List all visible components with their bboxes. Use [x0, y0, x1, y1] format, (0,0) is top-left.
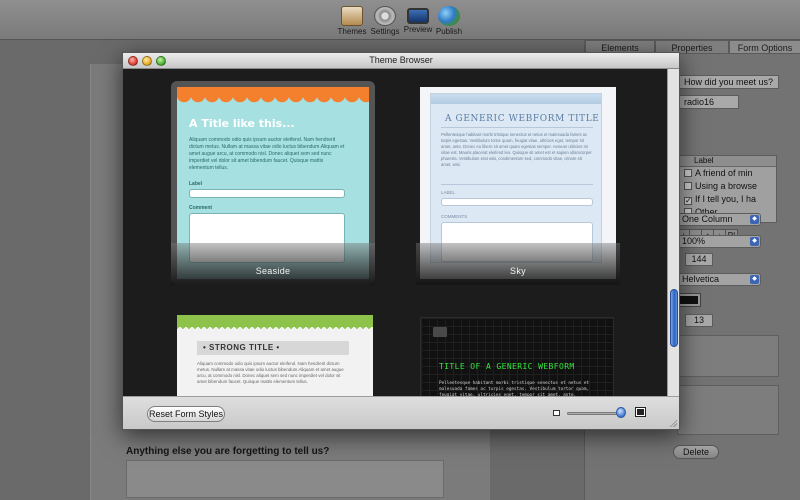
preview-text: Aliquam commodo odio quis ipsum auctor e…: [189, 137, 345, 171]
theme-thumbnail: • STRONG TITLE • Aliquam commodo odio qu…: [177, 315, 373, 396]
folder-icon: [433, 327, 447, 337]
globe-icon: [438, 6, 460, 26]
preview-label: COMMENTS: [441, 214, 468, 219]
form-answer-textarea[interactable]: [126, 460, 444, 498]
themes-label: Themes: [337, 27, 367, 36]
theme-card-strong[interactable]: • STRONG TITLE • Aliquam commodo odio qu…: [171, 315, 375, 396]
width-select-value: 100%: [682, 236, 706, 246]
list-item[interactable]: A friend of min: [678, 167, 776, 180]
settings-label: Settings: [370, 27, 400, 36]
chevron-updown-icon: ◆: [750, 275, 759, 284]
checkbox[interactable]: [684, 169, 692, 177]
chevron-updown-icon: ◆: [750, 237, 759, 246]
layout-select[interactable]: One Column ◆: [677, 213, 761, 226]
small-thumbnail-icon: [553, 410, 560, 416]
publish-button[interactable]: Publish: [431, 6, 467, 36]
publish-label: Publish: [435, 27, 463, 36]
scrollbar-thumb[interactable]: [670, 289, 678, 347]
checkbox[interactable]: [684, 182, 692, 190]
theme-card-dark[interactable]: TITLE OF A GENERIC WEBFORM Pellentesque …: [416, 315, 620, 396]
theme-thumbnail: TITLE OF A GENERIC WEBFORM Pellentesque …: [420, 317, 614, 396]
settings-button[interactable]: Settings: [367, 6, 403, 36]
layout-select-value: One Column: [682, 214, 733, 224]
preview-text: Aliquam commodo odio quis ipsum auctor e…: [197, 361, 344, 384]
font-size-field[interactable]: 13: [685, 314, 713, 327]
form-question-label: Anything else you are forgetting to tell…: [126, 446, 330, 457]
checkbox-checked[interactable]: ✓: [684, 197, 692, 205]
reset-form-styles-button[interactable]: Reset Form Styles: [147, 406, 225, 422]
main-toolbar: Themes Settings Preview Publish: [0, 0, 800, 40]
preview-input: [189, 189, 345, 198]
font-select[interactable]: Helvetica ◆: [677, 273, 761, 286]
preview-text: Pellentesque habitant morbi tristique se…: [441, 132, 592, 167]
preview-label: Label: [189, 181, 203, 187]
question-field[interactable]: How did you meet us?: [679, 75, 779, 89]
theme-card-sky[interactable]: A GENERIC WEBFORM TITLE Pellentesque hab…: [416, 81, 620, 285]
theme-name: Seaside: [255, 266, 291, 276]
list-item-label: If I tell you, I ha: [695, 194, 757, 204]
list-item-label: Using a browse: [695, 181, 758, 191]
width-value-field[interactable]: 144: [685, 253, 713, 266]
css-box-top[interactable]: [677, 335, 779, 377]
sky-form-panel: A GENERIC WEBFORM TITLE Pellentesque hab…: [430, 93, 602, 263]
preview-title: A GENERIC WEBFORM TITLE: [445, 114, 600, 124]
width-select[interactable]: 100% ◆: [677, 235, 761, 248]
preview-text: Pellentesque habitant morbi tristique se…: [439, 381, 590, 396]
divider: [441, 127, 593, 128]
zoom-slider-knob[interactable]: [616, 407, 626, 418]
theme-card-seaside[interactable]: A Title like this... Aliquam commodo odi…: [171, 81, 375, 285]
resize-grip[interactable]: [669, 419, 677, 427]
css-box-bottom[interactable]: [677, 385, 779, 435]
large-thumbnail-icon: [635, 407, 646, 417]
text-color-well[interactable]: [677, 293, 701, 307]
theme-name: Sky: [510, 266, 526, 276]
preview-label: LABEL: [441, 190, 456, 195]
font-select-value: Helvetica: [682, 274, 720, 284]
preview-input: [441, 198, 593, 206]
title-bar[interactable]: Theme Browser: [123, 53, 679, 69]
element-name-field[interactable]: radio16: [679, 95, 739, 109]
themes-icon: [341, 6, 363, 26]
preview-title: A Title like this...: [189, 117, 295, 130]
choices-list-header: Label: [678, 156, 776, 167]
preview-title: • STRONG TITLE •: [203, 343, 280, 352]
green-header: [177, 315, 373, 327]
color-swatch: [680, 296, 698, 304]
theme-caption: Seaside: [171, 243, 375, 285]
zigzag-decoration: [177, 327, 373, 331]
list-item[interactable]: ✓ If I tell you, I ha: [678, 193, 776, 206]
theme-gallery: A Title like this... Aliquam commodo odi…: [123, 69, 679, 396]
chevron-updown-icon: ◆: [750, 215, 759, 224]
theme-caption: Sky: [416, 243, 620, 285]
tab-form-options[interactable]: Form Options: [729, 40, 800, 54]
list-item-label: A friend of min: [695, 168, 753, 178]
preview-label: Comment: [189, 205, 213, 211]
sky-header-strip: [431, 94, 601, 104]
themes-button[interactable]: Themes: [334, 6, 370, 36]
monitor-icon: [407, 8, 429, 24]
scallop-band: [177, 87, 369, 95]
gear-icon: [374, 6, 396, 26]
delete-button[interactable]: Delete: [673, 445, 719, 459]
theme-browser-window: Theme Browser A Title like this... Aliqu…: [122, 52, 680, 430]
sheet-bottom-bar: Reset Form Styles: [123, 396, 679, 429]
divider: [441, 184, 593, 185]
window-title: Theme Browser: [369, 55, 433, 65]
preview-title: TITLE OF A GENERIC WEBFORM: [439, 362, 575, 371]
list-item[interactable]: Using a browse: [678, 180, 776, 193]
gallery-scrollbar[interactable]: [667, 69, 679, 396]
